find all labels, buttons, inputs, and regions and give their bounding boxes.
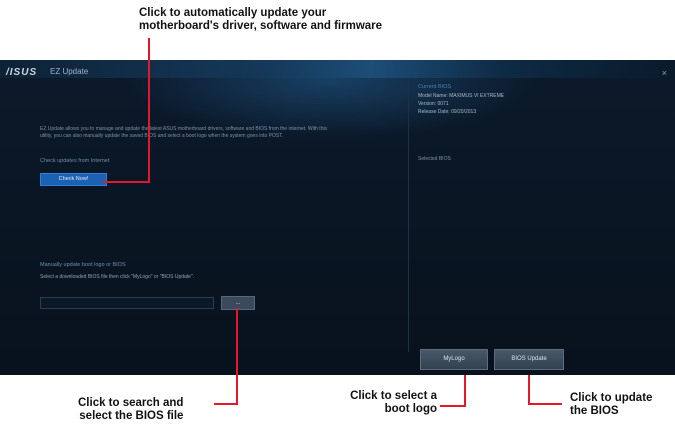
callout-logo-line1: Click to select a xyxy=(350,390,437,402)
panel-divider xyxy=(408,84,409,352)
callout-update-line1: Click to update xyxy=(570,392,653,404)
check-now-button[interactable]: Check Now! xyxy=(40,173,107,186)
connector-search-horizontal xyxy=(214,403,238,405)
selected-bios-label: Selected BIOS xyxy=(418,156,451,162)
connector-update-vertical xyxy=(528,375,530,405)
callout-auto-update: Click to automatically update your mothe… xyxy=(139,7,382,33)
callout-auto-update-line1: Click to automatically update your xyxy=(139,7,327,19)
check-updates-label: Check updates from Internet xyxy=(40,158,110,164)
ez-update-window: /ISUS EZ Update × EZ Update allows you t… xyxy=(0,60,675,375)
bios-file-path-input[interactable] xyxy=(40,297,214,309)
callout-update-bios: Click to update the BIOS xyxy=(570,392,652,418)
bios-version: Version: 0071 xyxy=(418,101,449,107)
callout-logo-line2: boot logo xyxy=(384,403,437,415)
connector-auto-update-vertical xyxy=(148,38,150,183)
connector-search-vertical xyxy=(236,308,238,405)
callout-search-bios: Click to search and select the BIOS file xyxy=(78,397,183,423)
mylogo-button[interactable]: MyLogo xyxy=(420,349,488,370)
description-text: EZ Update allows you to manage and updat… xyxy=(40,126,328,139)
callout-update-line2: the BIOS xyxy=(570,405,619,417)
connector-auto-update-horizontal xyxy=(103,181,150,183)
bios-update-button[interactable]: BIOS Update xyxy=(494,349,564,370)
manual-update-instructions: Select a downloaded BIOS file then click… xyxy=(40,274,195,280)
title-bar xyxy=(0,60,675,78)
browse-bios-button[interactable]: ... xyxy=(221,296,255,310)
connector-logo-horizontal xyxy=(440,405,466,407)
manual-update-label: Manually update boot logo or BIOS xyxy=(40,262,126,268)
model-name: Model Name: MAXIMUS VI EXTREME xyxy=(418,93,505,99)
callout-auto-update-line2: motherboard's driver, software and firmw… xyxy=(139,20,383,32)
connector-logo-vertical xyxy=(464,375,466,407)
close-icon[interactable]: × xyxy=(662,68,667,78)
window-title: EZ Update xyxy=(50,67,89,76)
current-bios-title: Current BIOS xyxy=(418,84,452,90)
asus-logo: /ISUS xyxy=(6,67,38,78)
callout-boot-logo: Click to select a boot logo xyxy=(327,390,437,416)
callout-search-line2: select the BIOS file xyxy=(79,410,184,422)
callout-search-line1: Click to search and xyxy=(78,397,184,409)
release-date: Release Date: 09/20/2013 xyxy=(418,109,477,115)
connector-update-horizontal xyxy=(528,403,562,405)
